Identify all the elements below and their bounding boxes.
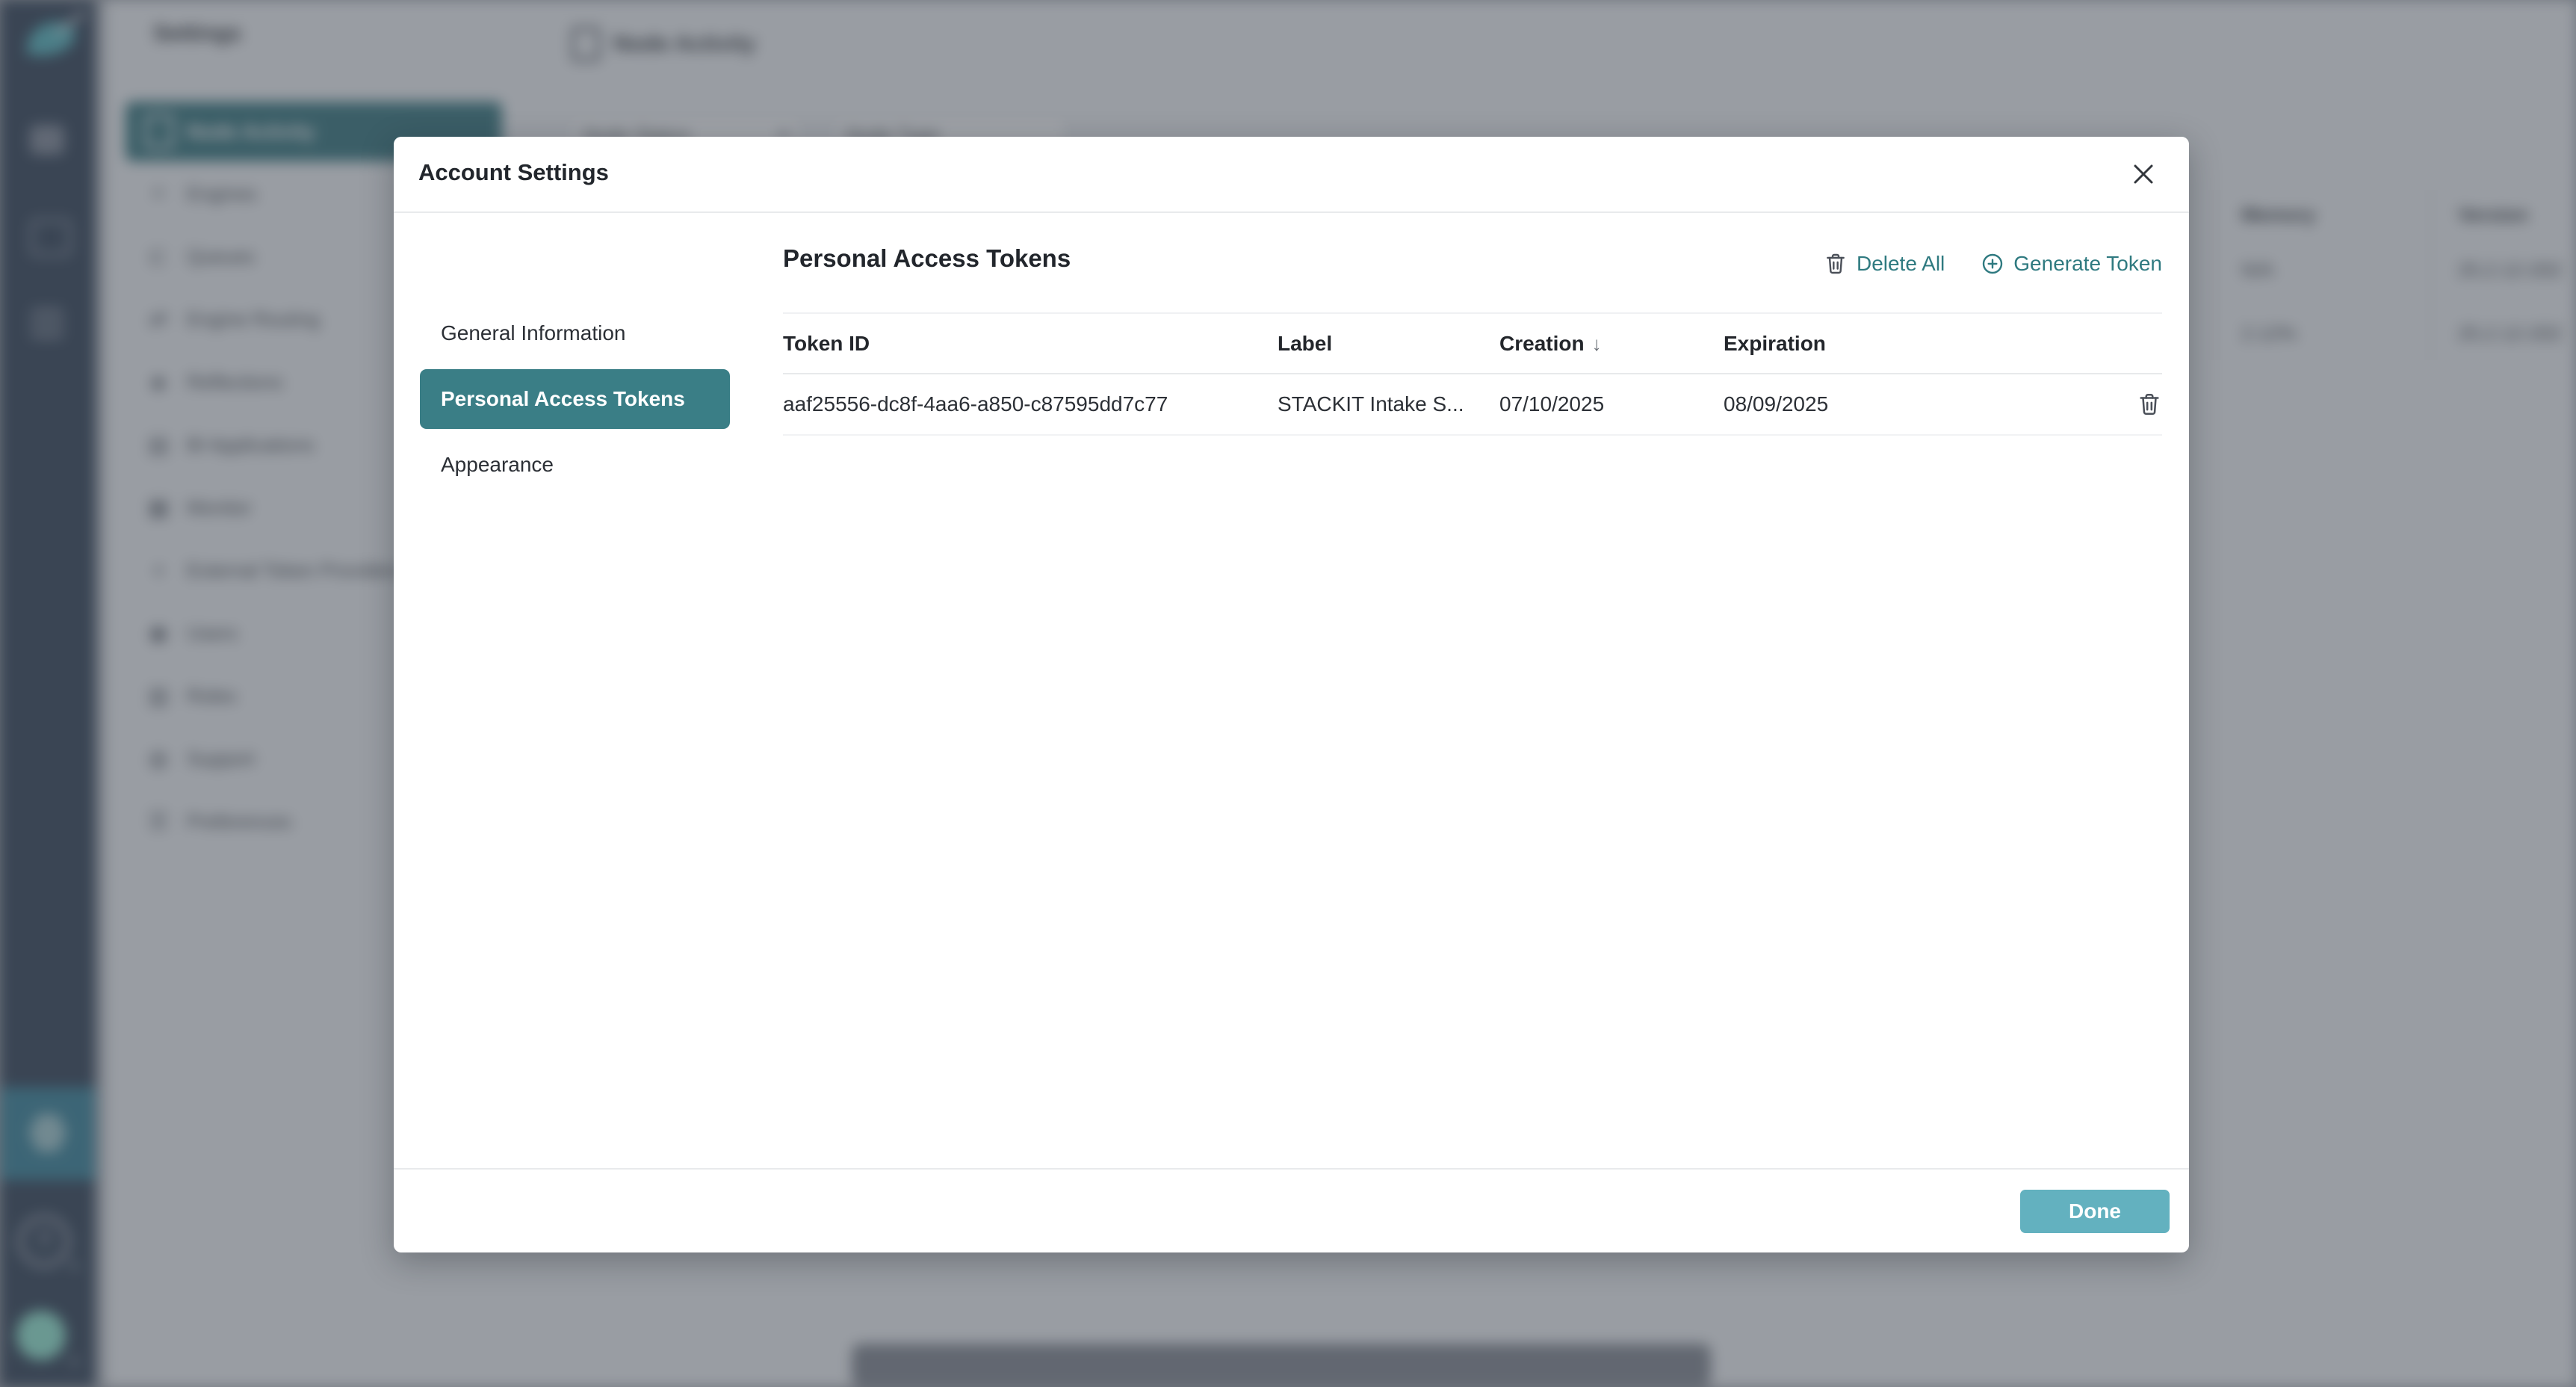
delete-all-button[interactable]: Delete All: [1824, 252, 1945, 276]
column-header-label[interactable]: Label: [1278, 332, 1499, 356]
token-expiration-cell: 08/09/2025: [1724, 392, 2095, 416]
tokens-table-header: Token ID Label Creation ↓ Expiration: [783, 312, 2162, 374]
app-screen: ? Settings Node Activity × Engines ⊏ Que…: [0, 0, 2576, 1387]
account-settings-modal: Account Settings General Information Per…: [394, 137, 2189, 1252]
plus-circle-icon: [1981, 252, 2004, 276]
modal-nav-appearance[interactable]: Appearance: [420, 435, 730, 495]
close-button[interactable]: [2125, 156, 2161, 192]
token-actions: Delete All Generate Token: [1824, 252, 2162, 276]
done-button[interactable]: Done: [2020, 1190, 2170, 1233]
sort-desc-icon: ↓: [1592, 333, 1602, 355]
generate-token-label: Generate Token: [2013, 252, 2162, 276]
delete-token-button[interactable]: [2137, 392, 2162, 417]
token-id-cell: aaf25556-dc8f-4aa6-a850-c87595dd7c77: [783, 392, 1278, 416]
modal-content: Personal Access Tokens Delete All Genera…: [783, 211, 2162, 1170]
column-header-expiration[interactable]: Expiration: [1724, 332, 2095, 356]
delete-all-label: Delete All: [1857, 252, 1945, 276]
close-icon: [2130, 161, 2157, 188]
modal-nav-general-information[interactable]: General Information: [420, 303, 730, 363]
modal-header: Account Settings: [394, 137, 2189, 213]
token-creation-cell: 07/10/2025: [1499, 392, 1724, 416]
column-header-token-id[interactable]: Token ID: [783, 332, 1278, 356]
generate-token-button[interactable]: Generate Token: [1981, 252, 2162, 276]
modal-nav-personal-access-tokens[interactable]: Personal Access Tokens: [420, 369, 730, 429]
section-heading: Personal Access Tokens: [783, 244, 1071, 273]
trash-icon: [1824, 252, 1848, 276]
token-label-cell: STACKIT Intake S...: [1278, 392, 1499, 416]
column-header-creation[interactable]: Creation ↓: [1499, 332, 1724, 356]
modal-footer: Done: [394, 1168, 2189, 1252]
creation-header-label: Creation: [1499, 332, 1585, 355]
tokens-table: Token ID Label Creation ↓ Expiration aaf2…: [783, 312, 2162, 436]
token-row: aaf25556-dc8f-4aa6-a850-c87595dd7c77 STA…: [783, 374, 2162, 436]
modal-title: Account Settings: [418, 159, 609, 186]
trash-icon: [2137, 392, 2162, 417]
